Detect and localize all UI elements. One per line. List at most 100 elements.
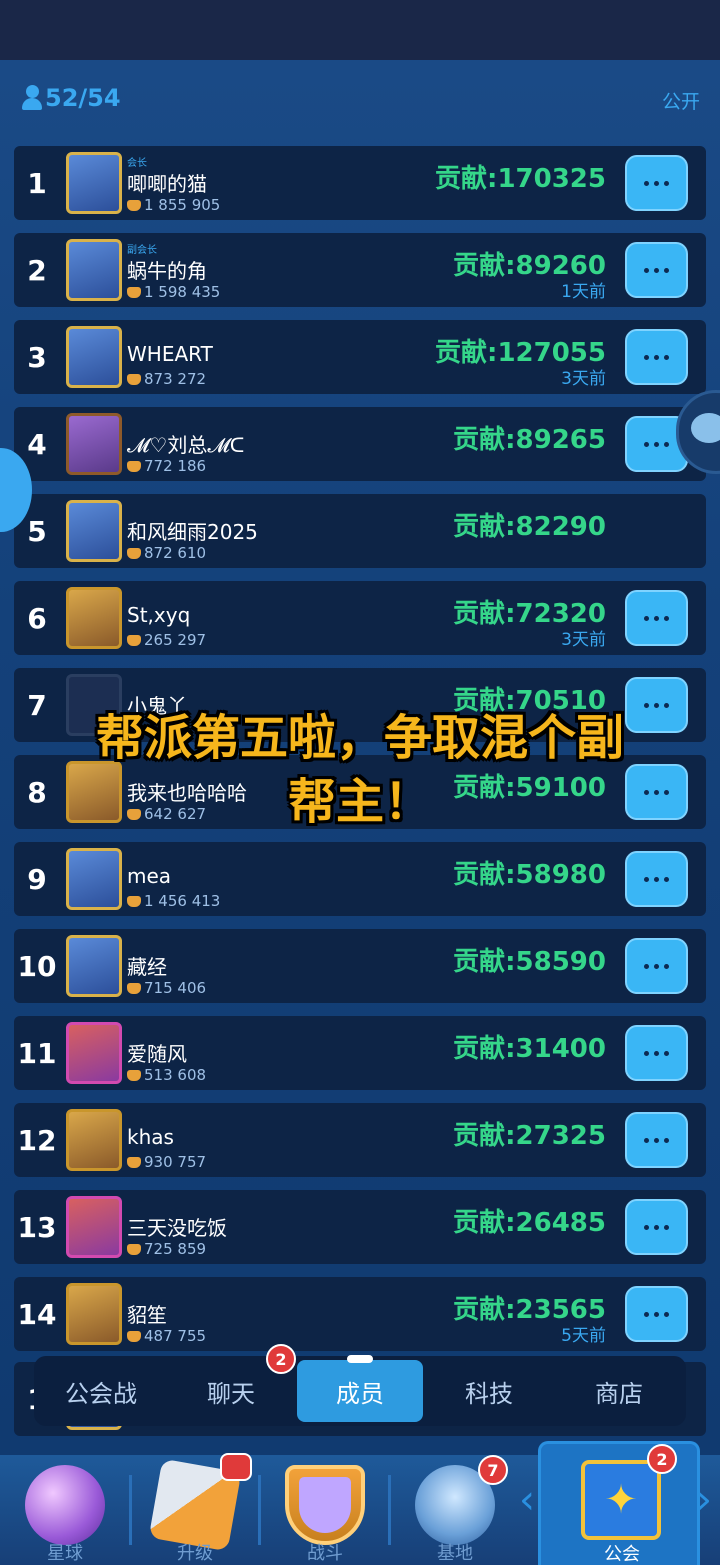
member-row[interactable]: 11 爱随风 513 608 贡献:31400 (14, 1016, 706, 1090)
trophy-icon (127, 547, 141, 559)
trophy-icon (127, 982, 141, 994)
member-rank: 11 (17, 1036, 57, 1070)
ellipsis-dot (644, 1224, 649, 1230)
trophy-icon (127, 634, 141, 646)
member-name: 藏经 (127, 955, 167, 979)
member-row[interactable]: 9 mea 1 456 413 贡献:58980 (14, 842, 706, 916)
avatar[interactable] (66, 848, 122, 910)
member-row[interactable]: 14 貂笙 487 755 贡献:23565 5天前 (14, 1277, 706, 1351)
avatar[interactable] (66, 1022, 122, 1084)
member-row[interactable]: 13 三天没吃饭 725 859 贡献:26485 (14, 1190, 706, 1264)
avatar[interactable] (66, 239, 122, 301)
nav-planet[interactable]: 星球 (0, 1455, 130, 1565)
member-contribution: 贡献:27325 (453, 1121, 606, 1151)
member-contribution: 贡献:89265 (453, 425, 606, 455)
tab-tech[interactable]: 科技 (426, 1360, 552, 1422)
person-icon (22, 85, 42, 111)
ellipsis-dot (644, 267, 649, 273)
avatar[interactable] (66, 587, 122, 649)
trophy-count: 265 297 (144, 631, 207, 649)
member-contribution: 贡献:26485 (453, 1208, 606, 1238)
more-options-button[interactable] (625, 1025, 688, 1081)
avatar[interactable] (66, 1109, 122, 1171)
member-last-seen: 3天前 (561, 630, 606, 650)
member-rank: 10 (17, 949, 57, 983)
trophy-count: 715 406 (144, 979, 207, 997)
ellipsis-dot (654, 963, 659, 969)
ellipsis-dot (664, 1050, 669, 1056)
nav-base[interactable]: 7 基地 (390, 1455, 520, 1565)
trophy-count: 1 598 435 (144, 283, 221, 301)
avatar[interactable] (66, 500, 122, 562)
more-options-button[interactable] (625, 590, 688, 646)
ellipsis-dot (664, 1311, 669, 1317)
nav-upgrade[interactable]: 升级 (130, 1453, 260, 1565)
ellipsis-dot (644, 876, 649, 882)
nav-battle-label: 战斗 (307, 1543, 343, 1564)
chevron-right-icon[interactable]: › (696, 1480, 716, 1520)
tab-shop[interactable]: 商店 (556, 1360, 682, 1422)
avatar[interactable] (66, 1283, 122, 1345)
more-options-button[interactable] (625, 242, 688, 298)
member-row[interactable]: 3 WHEART 873 272 贡献:127055 3天前 (14, 320, 706, 394)
more-options-button[interactable] (625, 1112, 688, 1168)
tab-guild-war[interactable]: 公会战 (38, 1360, 164, 1422)
more-options-button[interactable] (625, 1199, 688, 1255)
member-trophies: 725 859 (127, 1240, 206, 1258)
more-options-button[interactable] (625, 1286, 688, 1342)
member-row[interactable]: 12 khas 930 757 贡献:27325 (14, 1103, 706, 1177)
member-count: 52/54 (22, 82, 121, 114)
nav-planet-label: 星球 (47, 1543, 83, 1564)
avatar[interactable] (66, 152, 122, 214)
member-row[interactable]: 5 和风细雨2025 872 610 贡献:82290 (14, 494, 706, 568)
avatar[interactable] (66, 935, 122, 997)
ellipsis-dot (654, 1311, 659, 1317)
star-icon: ✦ (604, 1477, 638, 1523)
member-trophies: 487 755 (127, 1327, 206, 1345)
member-name: 和风细雨2025 (127, 520, 258, 544)
nav-guild[interactable]: ✦ 2 公会 (538, 1441, 700, 1565)
bottom-navigation: 星球 升级 战斗 7 基地 ✦ 2 公会 (0, 1441, 720, 1565)
member-row[interactable]: 2 副会长 蜗牛的角 1 598 435 贡献:89260 1天前 (14, 233, 706, 307)
ellipsis-dot (664, 267, 669, 273)
member-row[interactable]: 1 会长 唧唧的猫 1 855 905 贡献:170325 (14, 146, 706, 220)
ellipsis-dot (644, 180, 649, 186)
member-contribution: 贡献:170325 (435, 164, 606, 194)
avatar[interactable] (66, 1196, 122, 1258)
ellipsis-dot (654, 876, 659, 882)
nav-battle[interactable]: 战斗 (260, 1455, 390, 1565)
visibility-label[interactable]: 公开 (662, 87, 700, 114)
more-options-button[interactable] (625, 851, 688, 907)
ellipsis-dot (664, 180, 669, 186)
tab-members[interactable]: 成员 (297, 1355, 423, 1422)
member-name: 𝓜♡刘总𝓜ᑕ (127, 433, 245, 457)
member-row[interactable]: 4 𝓜♡刘总𝓜ᑕ 772 186 贡献:89265 (14, 407, 706, 481)
trophy-count: 725 859 (144, 1240, 207, 1258)
trophy-count: 1 456 413 (144, 892, 221, 910)
ellipsis-dot (654, 615, 659, 621)
avatar[interactable] (66, 326, 122, 388)
ellipsis-dot (644, 1137, 649, 1143)
caption-line-1: 帮派第五啦，争取混个副 (95, 710, 624, 766)
trophy-count: 873 272 (144, 370, 207, 388)
member-row[interactable]: 6 St,xyq 265 297 贡献:72320 3天前 (14, 581, 706, 655)
member-name: WHEART (127, 342, 213, 366)
trophy-icon (127, 895, 141, 907)
member-row[interactable]: 10 藏经 715 406 贡献:58590 (14, 929, 706, 1003)
trophy-count: 872 610 (144, 544, 207, 562)
ellipsis-dot (644, 615, 649, 621)
more-options-button[interactable] (625, 938, 688, 994)
more-options-button[interactable] (625, 329, 688, 385)
more-options-button[interactable] (625, 155, 688, 211)
member-last-seen: 5天前 (561, 1326, 606, 1346)
member-trophies: 715 406 (127, 979, 206, 997)
avatar[interactable] (66, 413, 122, 475)
member-rank: 14 (17, 1297, 57, 1331)
ellipsis-dot (664, 1137, 669, 1143)
member-rank: 2 (27, 253, 47, 287)
chevron-left-icon[interactable]: ‹ (519, 1480, 539, 1520)
member-rank: 6 (27, 601, 47, 635)
member-name: 蜗牛的角 (127, 259, 207, 283)
trophy-count: 487 755 (144, 1327, 207, 1345)
trophy-count: 1 855 905 (144, 196, 221, 214)
